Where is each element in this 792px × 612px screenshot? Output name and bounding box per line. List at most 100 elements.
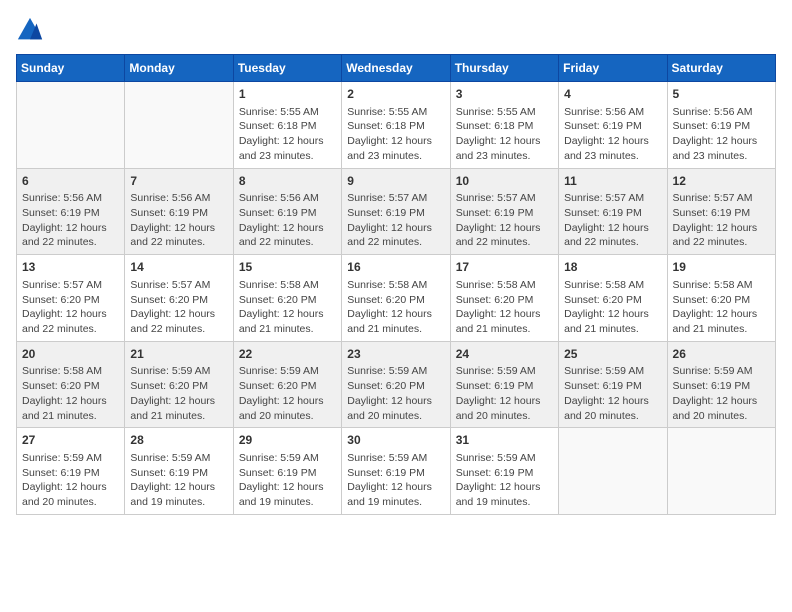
calendar-week-row: 6Sunrise: 5:56 AM Sunset: 6:19 PM Daylig… [17,168,776,255]
day-info: Sunrise: 5:59 AM Sunset: 6:19 PM Dayligh… [673,364,770,423]
day-number: 12 [673,173,770,190]
weekday-header-monday: Monday [125,55,233,82]
day-number: 31 [456,432,553,449]
day-number: 20 [22,346,119,363]
calendar-day-cell: 10Sunrise: 5:57 AM Sunset: 6:19 PM Dayli… [450,168,558,255]
day-info: Sunrise: 5:56 AM Sunset: 6:19 PM Dayligh… [130,191,227,250]
calendar-day-cell: 27 Sunrise: 5:59 AM Sunset: 6:19 PM Dayli… [17,428,125,515]
logo-icon [16,16,44,44]
calendar-day-cell: 2Sunrise: 5:55 AM Sunset: 6:18 PM Daylig… [342,82,450,169]
day-number: 9 [347,173,444,190]
calendar-day-cell: 30 Sunrise: 5:59 AM Sunset: 6:19 PM Dayli… [342,428,450,515]
day-number: 19 [673,259,770,276]
day-info: Sunrise: 5:58 AM Sunset: 6:20 PM Dayligh… [456,278,553,337]
day-info: Sunrise: 5:56 AM Sunset: 6:19 PM Dayligh… [239,191,336,250]
day-info: Sunrise: 5:58 AM Sunset: 6:20 PM Dayligh… [347,278,444,337]
calendar-day-cell: 16 Sunrise: 5:58 AM Sunset: 6:20 PM Dayli… [342,255,450,342]
calendar-day-cell [17,82,125,169]
day-info: Sunrise: 5:56 AM Sunset: 6:19 PM Dayligh… [22,191,119,250]
day-info: Sunrise: 5:58 AM Sunset: 6:20 PM Dayligh… [673,278,770,337]
day-info: Sunrise: 5:57 AM Sunset: 6:19 PM Dayligh… [564,191,661,250]
day-number: 13 [22,259,119,276]
day-number: 10 [456,173,553,190]
weekday-header-sunday: Sunday [17,55,125,82]
calendar-day-cell: 19 Sunrise: 5:58 AM Sunset: 6:20 PM Dayli… [667,255,775,342]
day-number: 17 [456,259,553,276]
weekday-header-row: SundayMondayTuesdayWednesdayThursdayFrid… [17,55,776,82]
calendar-day-cell: 4Sunrise: 5:56 AM Sunset: 6:19 PM Daylig… [559,82,667,169]
day-info: Sunrise: 5:57 AM Sunset: 6:20 PM Dayligh… [130,278,227,337]
day-number: 16 [347,259,444,276]
day-info: Sunrise: 5:59 AM Sunset: 6:19 PM Dayligh… [456,364,553,423]
calendar-week-row: 13 Sunrise: 5:57 AM Sunset: 6:20 PM Dayli… [17,255,776,342]
weekday-header-wednesday: Wednesday [342,55,450,82]
calendar-day-cell: 17 Sunrise: 5:58 AM Sunset: 6:20 PM Dayli… [450,255,558,342]
calendar-day-cell: 11Sunrise: 5:57 AM Sunset: 6:19 PM Dayli… [559,168,667,255]
calendar-day-cell: 21Sunrise: 5:59 AM Sunset: 6:20 PM Dayli… [125,341,233,428]
day-number: 15 [239,259,336,276]
calendar-day-cell: 25Sunrise: 5:59 AM Sunset: 6:19 PM Dayli… [559,341,667,428]
day-number: 21 [130,346,227,363]
day-number: 3 [456,86,553,103]
day-info: Sunrise: 5:59 AM Sunset: 6:20 PM Dayligh… [347,364,444,423]
day-number: 6 [22,173,119,190]
day-number: 5 [673,86,770,103]
calendar-table: SundayMondayTuesdayWednesdayThursdayFrid… [16,54,776,515]
day-number: 1 [239,86,336,103]
weekday-header-friday: Friday [559,55,667,82]
page-header [16,16,776,44]
day-info: Sunrise: 5:57 AM Sunset: 6:19 PM Dayligh… [456,191,553,250]
calendar-week-row: 27 Sunrise: 5:59 AM Sunset: 6:19 PM Dayli… [17,428,776,515]
weekday-header-saturday: Saturday [667,55,775,82]
calendar-day-cell: 20Sunrise: 5:58 AM Sunset: 6:20 PM Dayli… [17,341,125,428]
calendar-day-cell: 31 Sunrise: 5:59 AM Sunset: 6:19 PM Dayli… [450,428,558,515]
day-number: 11 [564,173,661,190]
day-number: 30 [347,432,444,449]
day-info: Sunrise: 5:59 AM Sunset: 6:19 PM Dayligh… [347,451,444,510]
day-info: Sunrise: 5:58 AM Sunset: 6:20 PM Dayligh… [564,278,661,337]
calendar-day-cell: 14 Sunrise: 5:57 AM Sunset: 6:20 PM Dayli… [125,255,233,342]
day-info: Sunrise: 5:58 AM Sunset: 6:20 PM Dayligh… [239,278,336,337]
calendar-day-cell [667,428,775,515]
day-number: 8 [239,173,336,190]
calendar-day-cell: 8Sunrise: 5:56 AM Sunset: 6:19 PM Daylig… [233,168,341,255]
day-info: Sunrise: 5:55 AM Sunset: 6:18 PM Dayligh… [347,105,444,164]
calendar-day-cell: 3 Sunrise: 5:55 AM Sunset: 6:18 PM Daylig… [450,82,558,169]
day-info: Sunrise: 5:59 AM Sunset: 6:20 PM Dayligh… [239,364,336,423]
day-info: Sunrise: 5:55 AM Sunset: 6:18 PM Dayligh… [239,105,336,164]
calendar-day-cell [559,428,667,515]
weekday-header-tuesday: Tuesday [233,55,341,82]
day-info: Sunrise: 5:59 AM Sunset: 6:19 PM Dayligh… [130,451,227,510]
day-number: 29 [239,432,336,449]
day-info: Sunrise: 5:56 AM Sunset: 6:19 PM Dayligh… [673,105,770,164]
calendar-day-cell: 24Sunrise: 5:59 AM Sunset: 6:19 PM Dayli… [450,341,558,428]
day-info: Sunrise: 5:57 AM Sunset: 6:20 PM Dayligh… [22,278,119,337]
calendar-day-cell: 7Sunrise: 5:56 AM Sunset: 6:19 PM Daylig… [125,168,233,255]
day-number: 4 [564,86,661,103]
day-number: 28 [130,432,227,449]
calendar-day-cell: 29Sunrise: 5:59 AM Sunset: 6:19 PM Dayli… [233,428,341,515]
weekday-header-thursday: Thursday [450,55,558,82]
calendar-day-cell: 22Sunrise: 5:59 AM Sunset: 6:20 PM Dayli… [233,341,341,428]
day-number: 26 [673,346,770,363]
calendar-day-cell: 12Sunrise: 5:57 AM Sunset: 6:19 PM Dayli… [667,168,775,255]
day-number: 22 [239,346,336,363]
day-number: 24 [456,346,553,363]
day-info: Sunrise: 5:55 AM Sunset: 6:18 PM Dayligh… [456,105,553,164]
day-info: Sunrise: 5:59 AM Sunset: 6:20 PM Dayligh… [130,364,227,423]
day-number: 14 [130,259,227,276]
calendar-day-cell: 5 Sunrise: 5:56 AM Sunset: 6:19 PM Daylig… [667,82,775,169]
calendar-day-cell: 28 Sunrise: 5:59 AM Sunset: 6:19 PM Dayli… [125,428,233,515]
calendar-day-cell: 23Sunrise: 5:59 AM Sunset: 6:20 PM Dayli… [342,341,450,428]
day-info: Sunrise: 5:58 AM Sunset: 6:20 PM Dayligh… [22,364,119,423]
calendar-day-cell: 13 Sunrise: 5:57 AM Sunset: 6:20 PM Dayli… [17,255,125,342]
calendar-week-row: 1 Sunrise: 5:55 AM Sunset: 6:18 PM Daylig… [17,82,776,169]
calendar-day-cell: 6Sunrise: 5:56 AM Sunset: 6:19 PM Daylig… [17,168,125,255]
calendar-day-cell: 1 Sunrise: 5:55 AM Sunset: 6:18 PM Daylig… [233,82,341,169]
day-info: Sunrise: 5:57 AM Sunset: 6:19 PM Dayligh… [347,191,444,250]
day-info: Sunrise: 5:59 AM Sunset: 6:19 PM Dayligh… [22,451,119,510]
day-info: Sunrise: 5:59 AM Sunset: 6:19 PM Dayligh… [456,451,553,510]
day-number: 27 [22,432,119,449]
calendar-day-cell: 15 Sunrise: 5:58 AM Sunset: 6:20 PM Dayli… [233,255,341,342]
day-number: 23 [347,346,444,363]
